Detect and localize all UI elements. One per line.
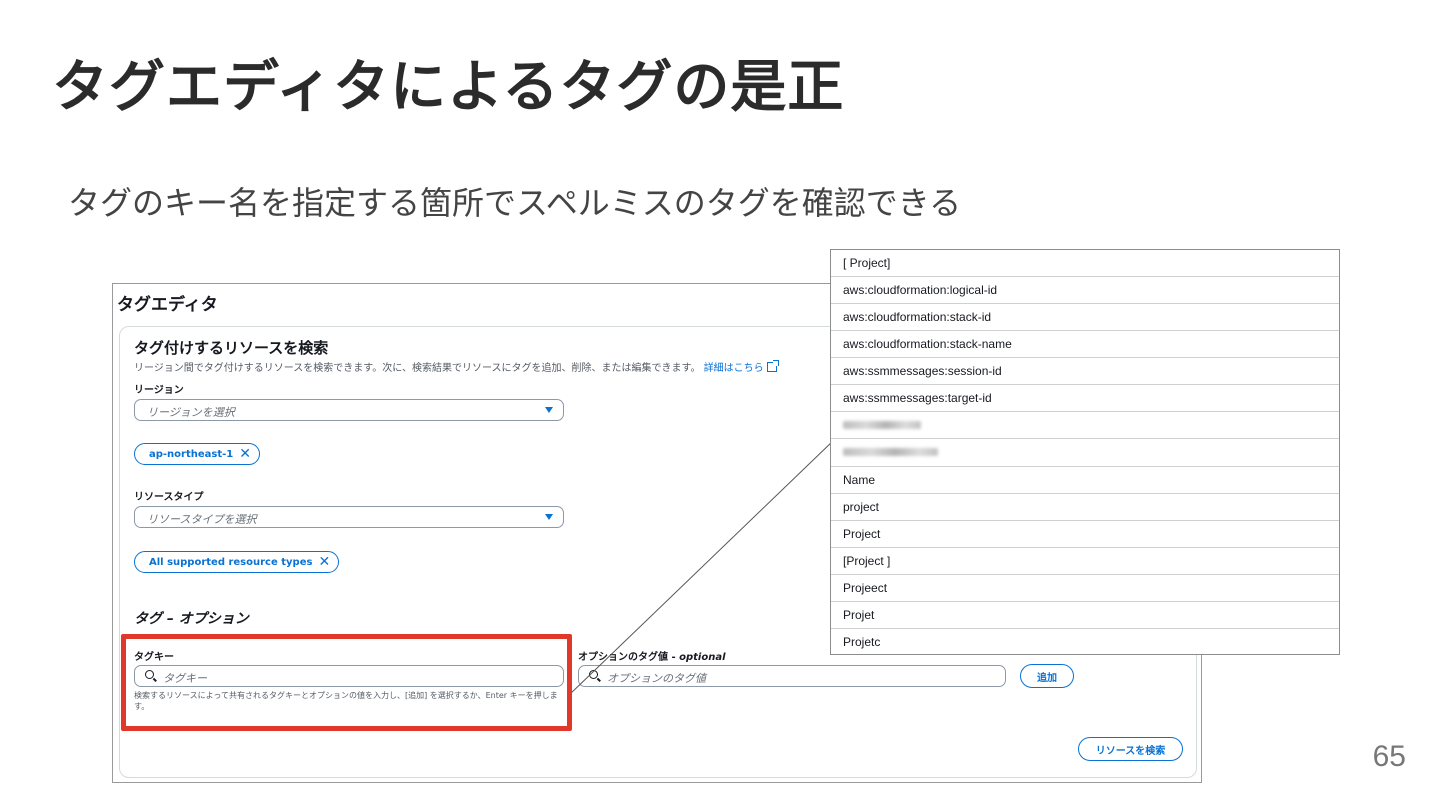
dropdown-item[interactable]: Name	[831, 467, 1339, 494]
dropdown-item-blurred[interactable]	[831, 439, 1339, 467]
dropdown-item[interactable]: aws:ssmmessages:target-id	[831, 385, 1339, 413]
dropdown-item[interactable]: Projetc	[831, 629, 1339, 656]
dropdown-item[interactable]: [Project ]	[831, 548, 1339, 575]
dropdown-item-blurred[interactable]	[831, 412, 1339, 440]
dropdown-item[interactable]: Project	[831, 521, 1339, 548]
blurred-text	[843, 448, 938, 457]
dropdown-item[interactable]: Projeect	[831, 575, 1339, 602]
dropdown-item[interactable]: Projet	[831, 602, 1339, 629]
page-number: 65	[1372, 740, 1406, 773]
dropdown-item[interactable]: project	[831, 494, 1339, 521]
callout-connector	[567, 439, 835, 697]
dropdown-item[interactable]: aws:cloudformation:stack-name	[831, 331, 1339, 359]
dropdown-item[interactable]: aws:cloudformation:logical-id	[831, 277, 1339, 305]
dropdown-item[interactable]: aws:ssmmessages:session-id	[831, 358, 1339, 386]
dropdown-item[interactable]: aws:cloudformation:stack-id	[831, 304, 1339, 332]
dropdown-item[interactable]: [ Project]	[831, 250, 1339, 278]
tag-key-dropdown: [ Project] aws:cloudformation:logical-id…	[830, 249, 1340, 655]
blurred-text	[843, 421, 921, 430]
